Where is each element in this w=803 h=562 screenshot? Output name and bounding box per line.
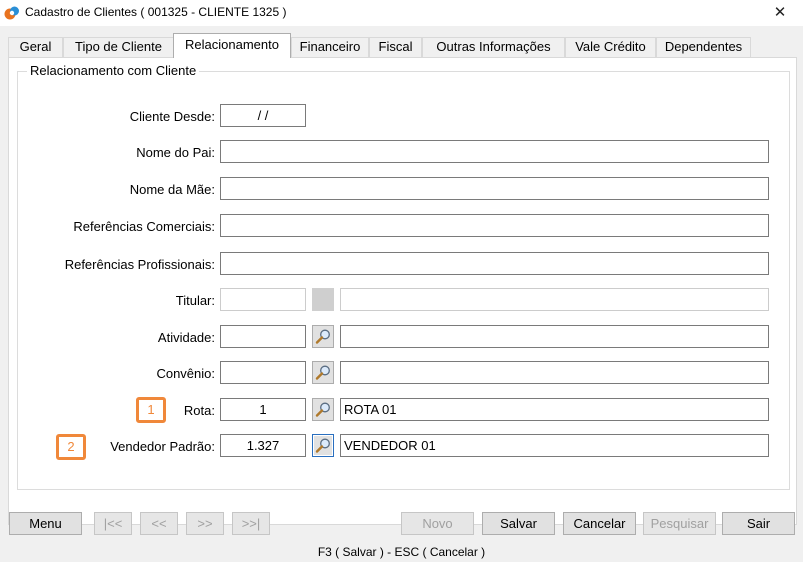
convenio-code-field[interactable] (220, 361, 306, 384)
client-area: Geral Tipo de Cliente Relacionamento Fin… (0, 26, 803, 542)
vendedor-padrao-code-field[interactable]: 1.327 (220, 434, 306, 457)
titular-label: Titular: (175, 293, 215, 308)
referencias-comerciais-field[interactable] (220, 214, 769, 237)
convenio-description-field[interactable] (340, 361, 769, 384)
novo-button[interactable]: Novo (401, 512, 474, 535)
convenio-search-button[interactable] (312, 361, 334, 384)
tab-outras-informacoes[interactable]: Outras Informações (422, 37, 565, 57)
rota-code-field[interactable]: 1 (220, 398, 306, 421)
cliente-desde-field[interactable]: / / (220, 104, 306, 127)
close-icon[interactable]: ✕ (757, 0, 803, 26)
sair-button[interactable]: Sair (722, 512, 795, 535)
tab-panel-relacionamento: Relacionamento com Cliente Cliente Desde… (8, 57, 797, 525)
tab-dependentes[interactable]: Dependentes (656, 37, 751, 57)
vendedor-padrao-description-field[interactable]: VENDEDOR 01 (340, 434, 769, 457)
annotation-marker-2: 2 (56, 434, 86, 460)
tab-fiscal[interactable]: Fiscal (369, 37, 422, 57)
previous-record-button[interactable]: << (140, 512, 178, 535)
cliente-desde-label: Cliente Desde: (129, 109, 215, 124)
atividade-label: Atividade: (157, 330, 215, 345)
cancelar-button[interactable]: Cancelar (563, 512, 636, 535)
rota-search-button[interactable] (312, 398, 334, 421)
status-bar: F3 ( Salvar ) - ESC ( Cancelar ) (0, 542, 803, 562)
magnifier-icon (315, 438, 330, 453)
magnifier-icon (315, 402, 330, 417)
next-record-button[interactable]: >> (186, 512, 224, 535)
groupbox-relacionamento: Relacionamento com Cliente Cliente Desde… (17, 63, 790, 490)
menu-button[interactable]: Menu (9, 512, 82, 535)
app-logo-icon (4, 6, 19, 20)
groupbox-title: Relacionamento com Cliente (27, 63, 200, 78)
tab-relacionamento[interactable]: Relacionamento (173, 33, 291, 58)
tab-vale-credito[interactable]: Vale Crédito (565, 37, 656, 57)
nome-da-mae-label: Nome da Mãe: (129, 182, 215, 197)
convenio-label: Convênio: (156, 366, 215, 381)
atividade-description-field[interactable] (340, 325, 769, 348)
titular-code-field (220, 288, 306, 311)
first-record-button[interactable]: |<< (94, 512, 132, 535)
window-title: Cadastro de Clientes ( 001325 - CLIENTE … (25, 5, 287, 19)
titular-search-button (312, 288, 334, 311)
annotation-marker-1: 1 (136, 397, 166, 423)
atividade-search-button[interactable] (312, 325, 334, 348)
tab-financeiro[interactable]: Financeiro (291, 37, 369, 57)
rota-label: Rota: (183, 403, 215, 418)
nome-do-pai-label: Nome do Pai: (136, 145, 215, 160)
pesquisar-button[interactable]: Pesquisar (643, 512, 716, 535)
referencias-profissionais-field[interactable] (220, 252, 769, 275)
referencias-comerciais-label: Referências Comerciais: (73, 219, 215, 234)
nome-do-pai-field[interactable] (220, 140, 769, 163)
rota-description-field[interactable]: ROTA 01 (340, 398, 769, 421)
magnifier-icon (315, 329, 330, 344)
vendedor-padrao-search-button[interactable] (312, 434, 334, 457)
last-record-button[interactable]: >>| (232, 512, 270, 535)
title-bar: Cadastro de Clientes ( 001325 - CLIENTE … (0, 0, 803, 26)
atividade-code-field[interactable] (220, 325, 306, 348)
nome-da-mae-field[interactable] (220, 177, 769, 200)
vendedor-padrao-label: Vendedor Padrão: (110, 439, 215, 454)
tab-tipo-de-cliente[interactable]: Tipo de Cliente (63, 37, 174, 57)
tab-geral[interactable]: Geral (8, 37, 63, 57)
magnifier-icon (315, 365, 330, 380)
salvar-button[interactable]: Salvar (482, 512, 555, 535)
referencias-profissionais-label: Referências Profissionais: (64, 257, 215, 272)
titular-description-field (340, 288, 769, 311)
